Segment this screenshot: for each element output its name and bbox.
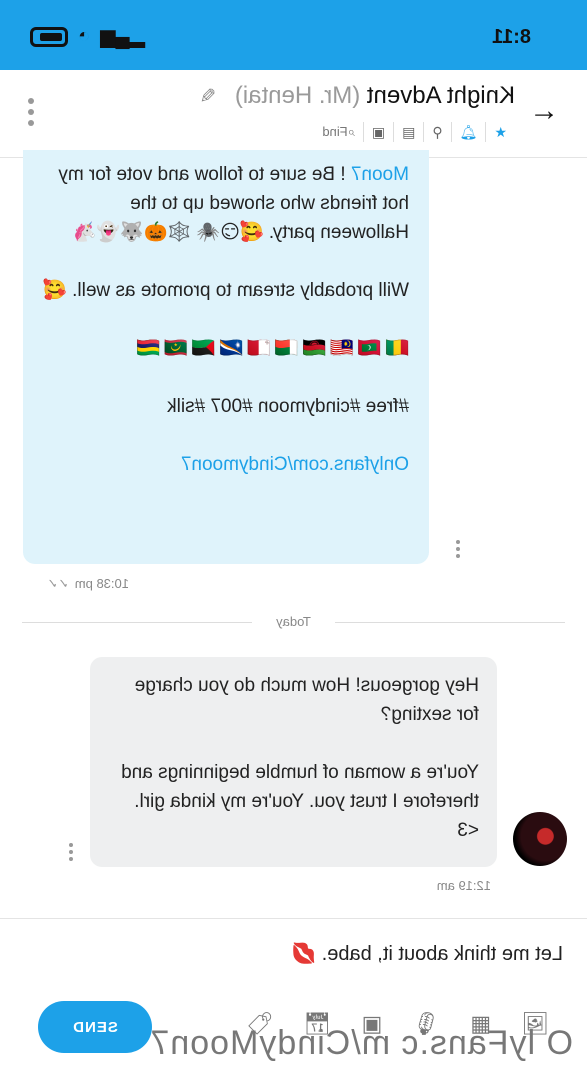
outgoing-para-1: Hey gorgeous! How much do you charge for…	[134, 675, 479, 725]
user-real-name: (Mr. Hentai)	[234, 82, 361, 109]
mirrored-screen: 8:11 ▂▄▆ ◔ ← Knight Advent (Mr. Hentai) …	[0, 0, 587, 1079]
battery-icon	[30, 26, 68, 47]
incoming-hashtags: #free #cindymoon #007 #silk	[167, 396, 409, 417]
media-icon[interactable]: ▣	[362, 122, 394, 142]
wifi-icon: ◔	[78, 25, 91, 47]
incoming-link[interactable]: Onlyfans.com/Cindymoon7	[43, 450, 409, 479]
pin-icon[interactable]: ⚲	[423, 122, 451, 142]
edit-pencil-icon[interactable]: ✎	[199, 86, 216, 108]
avatar[interactable]	[513, 812, 567, 866]
incoming-para-2: Will probably stream to promote as well.…	[43, 280, 409, 301]
incoming-message: Moon7 ! Be sure to follow and vote for m…	[23, 150, 429, 564]
notes-icon[interactable]: ▤	[393, 122, 424, 142]
date-divider: Today	[22, 614, 565, 629]
read-receipt-icon: ✓✓	[47, 576, 69, 591]
star-icon[interactable]: ★	[485, 122, 515, 142]
incoming-time: 10:38 pm	[74, 576, 129, 591]
watermark: O lyFans.c m/CindyMoon7	[149, 1024, 573, 1062]
header-actions: ★ 🔔︎ ⚲ ▤ ▣ ⌕Find	[322, 122, 515, 142]
incoming-message-menu-icon[interactable]	[454, 540, 460, 561]
find-label: Find	[322, 124, 348, 139]
message-input[interactable]: Let me think about it, babe. 💋	[291, 941, 563, 966]
outgoing-message-menu-icon[interactable]	[67, 843, 73, 864]
find-button[interactable]: ⌕Find	[322, 124, 363, 140]
status-bar: 8:11 ▂▄▆ ◔	[0, 0, 587, 70]
chat-header: ← Knight Advent (Mr. Hentai) ✎ ★ 🔔︎ ⚲ ▤ …	[0, 70, 587, 158]
back-arrow-icon[interactable]: ←	[529, 94, 559, 128]
signal-icon: ▂▄▆	[100, 26, 146, 48]
outgoing-time: 12:19 am	[436, 878, 491, 893]
chat-title[interactable]: Knight Advent (Mr. Hentai) ✎	[199, 82, 515, 110]
outgoing-message: Hey gorgeous! How much do you charge for…	[90, 657, 497, 867]
incoming-meta: 10:38 pm ✓✓	[47, 576, 129, 592]
more-options-icon[interactable]	[28, 98, 34, 131]
status-time: 8:11	[492, 26, 531, 48]
bell-icon[interactable]: 🔔︎	[450, 122, 486, 142]
incoming-link-fragment[interactable]: Moon7	[351, 164, 409, 185]
status-icons: ▂▄▆ ◔	[30, 24, 145, 49]
incoming-flags: 🇬🇳🇲🇻🇲🇾🇲🇼🇲🇬🇲🇹🇲🇭🇲🇶🇲🇷🇲🇺	[132, 338, 409, 359]
send-button[interactable]: SEND	[38, 1001, 152, 1053]
user-display-name: Knight Advent	[366, 82, 515, 109]
outgoing-para-2: You're a woman of humble beginnings and …	[121, 762, 479, 841]
incoming-para-1: Moon7 ! Be sure to follow and vote for m…	[43, 160, 409, 247]
